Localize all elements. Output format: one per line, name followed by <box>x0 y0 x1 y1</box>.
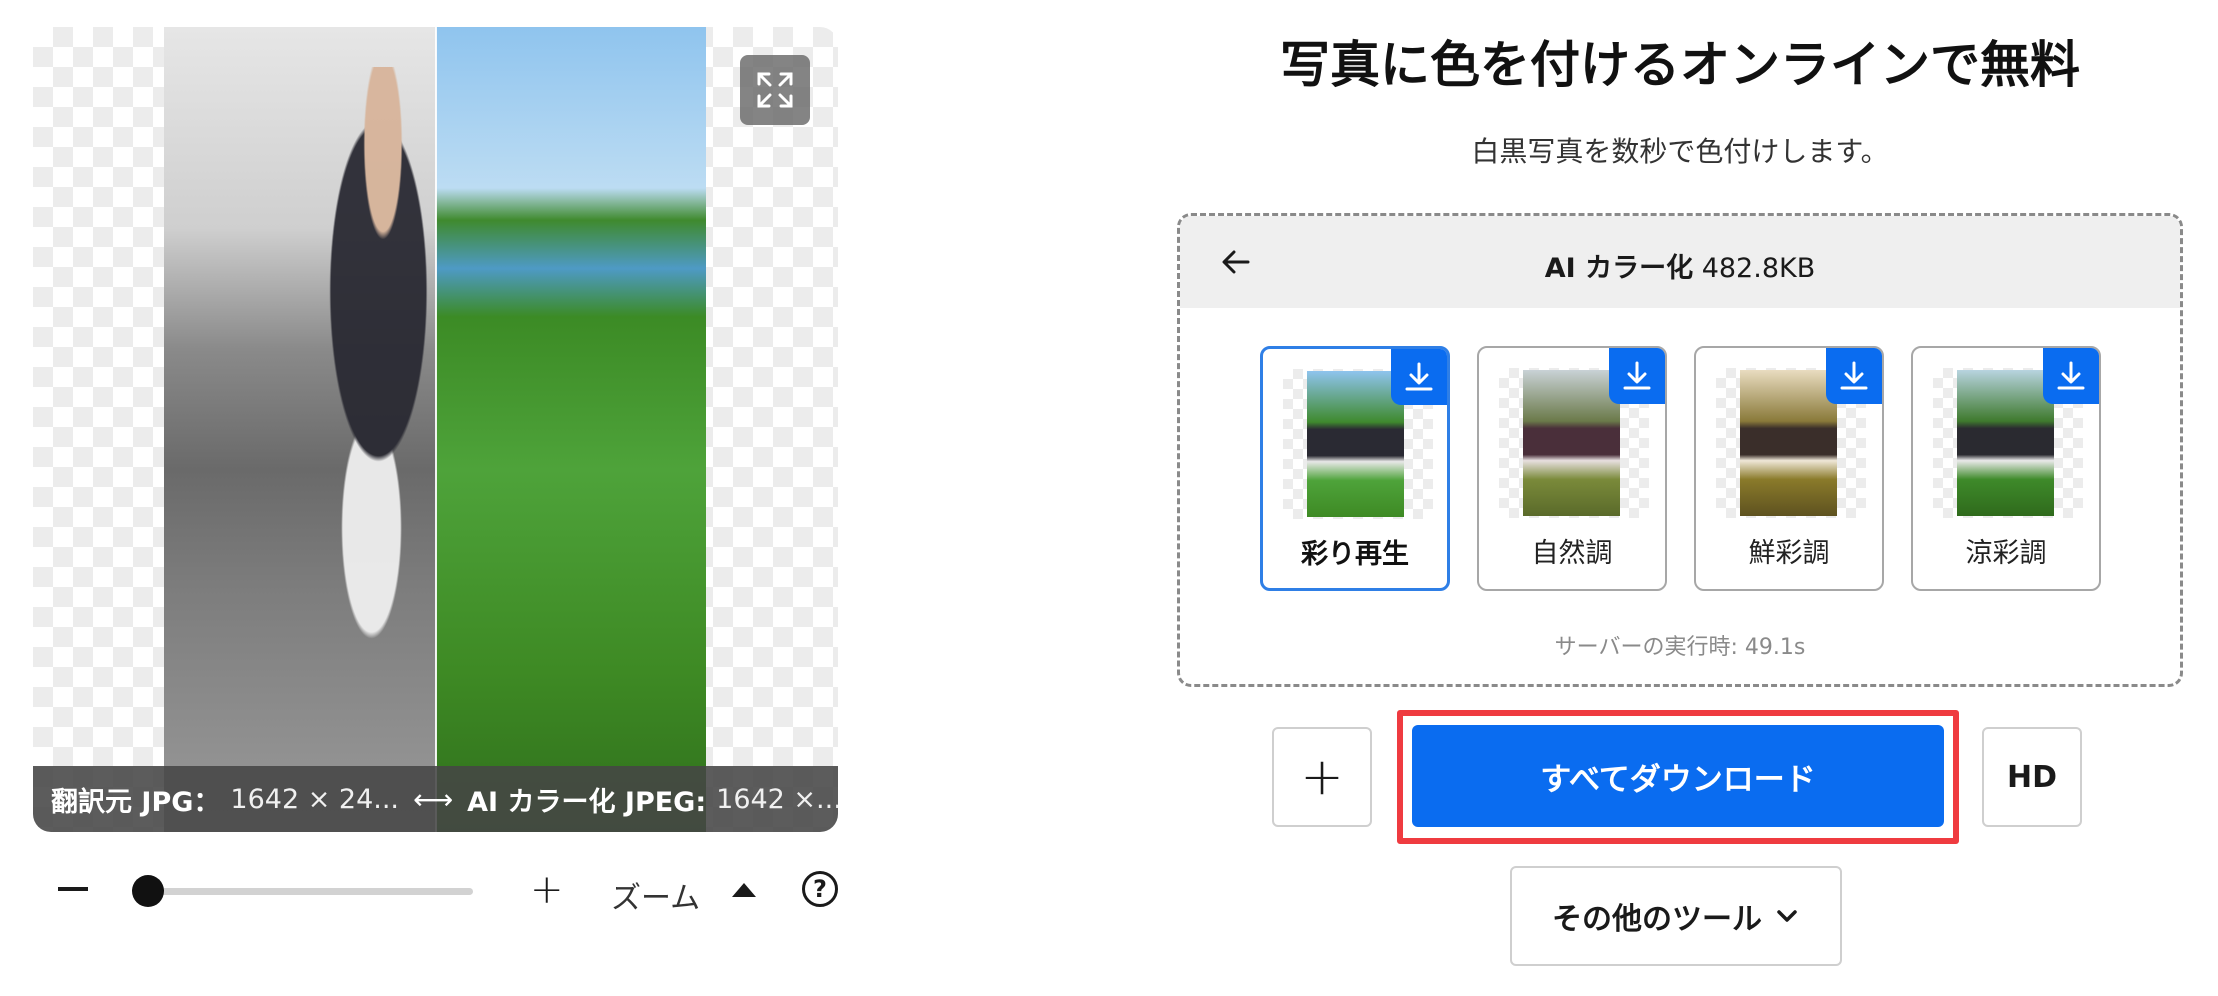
original-format-label: 翻訳元 JPG： <box>51 786 221 818</box>
variant-download-button[interactable] <box>1826 348 1882 404</box>
image-compare-preview[interactable]: 翻訳元 JPG： 1642 × 24... ⟷ AI カラー化 JPEG: 16… <box>33 27 838 832</box>
download-icon <box>2057 361 2085 390</box>
zoom-in-button[interactable]: + <box>530 870 564 910</box>
zoom-controls: + ズーム ? <box>40 865 840 925</box>
photo-subject <box>268 67 498 707</box>
compare-arrow-icon: ⟷ <box>413 782 454 816</box>
result-panel: AI カラー化 482.8KB 彩り再生 自然調 鮮彩調 涼彩調 サーバーの実行… <box>1177 213 2183 687</box>
fullscreen-button[interactable] <box>740 55 810 125</box>
page-title: 写真に色を付けるオンラインで無料 <box>1280 36 2080 94</box>
variant-thumbnail <box>1957 370 2054 516</box>
variant-download-button[interactable] <box>2043 348 2099 404</box>
other-tools-button[interactable]: その他のツール <box>1510 866 1842 966</box>
server-runtime-text: サーバーの実行時: 49.1s <box>1554 635 1806 660</box>
expand-icon <box>757 72 793 108</box>
chevron-down-icon <box>1777 910 1797 922</box>
zoom-label: ズーム <box>611 881 701 916</box>
variant-download-button[interactable] <box>1609 348 1665 404</box>
variant-card-1[interactable]: 彩り再生 <box>1260 346 1450 591</box>
caret-up-icon[interactable] <box>732 883 756 897</box>
file-size: 482.8KB <box>1701 253 1816 284</box>
page-subtitle: 白黒写真を数秒で色付けします。 <box>1471 135 1889 168</box>
other-tools-label: その他のツール <box>1552 902 1762 937</box>
variant-card-4[interactable]: 涼彩調 <box>1911 346 2101 591</box>
variant-card-2[interactable]: 自然調 <box>1477 346 1667 591</box>
variant-label: 彩り再生 <box>1301 539 1409 570</box>
variant-card-3[interactable]: 鮮彩調 <box>1694 346 1884 591</box>
variant-label: 涼彩調 <box>1965 538 2047 569</box>
variant-download-button[interactable] <box>1391 349 1447 405</box>
compare-slider-handle[interactable] <box>435 27 437 832</box>
colorized-format-label: AI カラー化 JPEG: <box>467 786 707 818</box>
tool-name: AI カラー化 <box>1544 253 1694 284</box>
zoom-slider[interactable] <box>148 888 473 895</box>
add-image-button[interactable]: + <box>1272 727 1372 827</box>
panel-header: AI カラー化 482.8KB <box>1180 216 2180 308</box>
hd-button[interactable]: HD <box>1982 727 2082 827</box>
download-icon <box>1840 361 1868 390</box>
original-dimensions: 1642 × 24... <box>230 783 400 815</box>
variant-label: 鮮彩調 <box>1748 538 1830 569</box>
help-icon[interactable]: ? <box>802 871 838 907</box>
variant-thumbnail <box>1740 370 1837 516</box>
download-icon <box>1623 361 1651 390</box>
download-all-button[interactable]: すべてダウンロード <box>1412 725 1944 827</box>
variant-label: 自然調 <box>1531 538 1613 569</box>
zoom-out-button[interactable] <box>58 887 88 891</box>
colorized-dimensions: 1642 ×... <box>716 783 838 815</box>
file-info-bar: 翻訳元 JPG： 1642 × 24... ⟷ AI カラー化 JPEG: 16… <box>33 766 838 832</box>
panel-title: AI カラー化 482.8KB <box>1180 246 2180 285</box>
variant-thumbnail <box>1307 371 1404 517</box>
download-icon <box>1405 362 1433 391</box>
variant-thumbnail <box>1523 370 1620 516</box>
zoom-slider-knob[interactable] <box>132 875 164 907</box>
